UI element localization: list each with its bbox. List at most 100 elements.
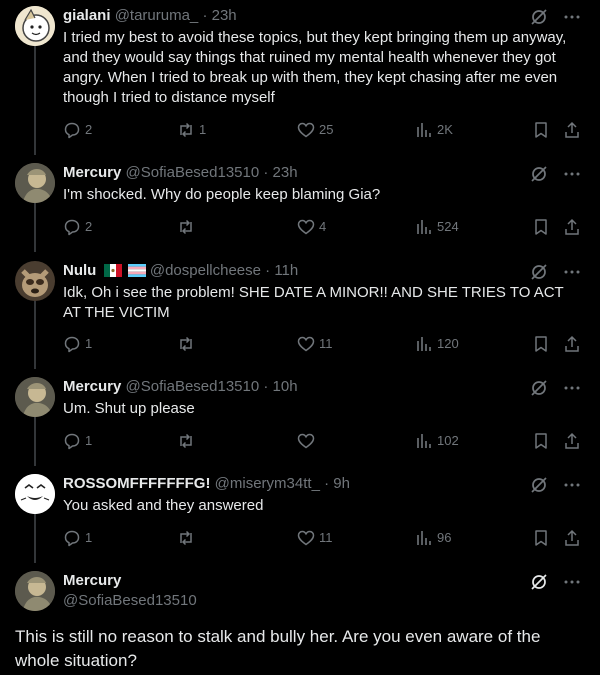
user-handle[interactable]: @SofiaBesed13510	[126, 378, 260, 395]
grok-icon[interactable]	[530, 165, 548, 183]
repost-icon	[180, 336, 192, 352]
bookmark-icon	[535, 336, 547, 352]
repost-button[interactable]	[177, 217, 199, 237]
post-gialani[interactable]: gialani @taruruma_ · 23h I tried my best…	[0, 0, 600, 155]
share-icon	[565, 335, 579, 352]
like-button[interactable]: 25	[297, 120, 333, 140]
views-button[interactable]: 96	[415, 528, 451, 548]
more-options-icon[interactable]	[564, 165, 580, 183]
bookmark-button[interactable]	[532, 334, 550, 354]
post-time[interactable]: 23h	[273, 164, 298, 181]
bookmark-button[interactable]	[532, 431, 550, 451]
avatar[interactable]	[15, 571, 55, 611]
like-button[interactable]: 11	[297, 528, 333, 548]
display-name[interactable]: Mercury	[63, 571, 197, 591]
reply-count: 2	[85, 122, 93, 137]
reply-button[interactable]: 1	[63, 334, 92, 354]
views-icon	[417, 123, 431, 137]
share-button[interactable]	[563, 431, 581, 451]
user-handle[interactable]: @taruruma_	[115, 7, 199, 24]
bookmark-icon	[535, 433, 547, 449]
reply-icon	[64, 219, 80, 236]
like-count: 11	[319, 336, 333, 351]
more-options-icon[interactable]	[564, 476, 580, 494]
grok-icon[interactable]	[530, 476, 548, 494]
grok-icon[interactable]	[530, 263, 548, 281]
post-time[interactable]: 11h	[274, 262, 298, 279]
post-mercury[interactable]: Mercury @SofiaBesed13510 · 23h I'm shock…	[0, 155, 600, 252]
repost-button[interactable]: 1	[177, 120, 206, 140]
more-options-icon[interactable]	[564, 8, 580, 26]
bookmark-button[interactable]	[532, 120, 550, 140]
post-time[interactable]: 9h	[333, 475, 350, 492]
user-handle[interactable]: @SofiaBesed13510	[126, 164, 260, 181]
reply-icon	[64, 530, 80, 547]
post-time[interactable]: 23h	[212, 7, 237, 24]
bookmark-icon	[535, 219, 547, 235]
share-button[interactable]	[563, 217, 581, 237]
reply-button[interactable]: 2	[63, 120, 92, 140]
reply-button[interactable]: 2	[63, 217, 92, 237]
post-mercury-2[interactable]: Mercury @SofiaBesed13510 · 10h Um. Shut …	[0, 369, 600, 466]
avatar[interactable]	[15, 474, 55, 514]
avatar[interactable]	[15, 6, 55, 46]
repost-button[interactable]	[177, 528, 199, 548]
views-button[interactable]: 120	[415, 334, 459, 354]
display-name[interactable]: Mercury	[63, 378, 121, 395]
like-button[interactable]	[297, 431, 319, 451]
display-name[interactable]: Mercury	[63, 164, 121, 181]
views-button[interactable]: 102	[415, 431, 459, 451]
grok-icon[interactable]	[530, 573, 548, 591]
reply-count: 1	[85, 530, 93, 545]
heart-icon	[297, 433, 315, 449]
bookmark-icon	[535, 530, 547, 546]
bookmark-button[interactable]	[532, 217, 550, 237]
reply-icon	[64, 433, 80, 450]
like-button[interactable]: 4	[297, 217, 326, 237]
repost-icon	[180, 122, 192, 138]
post-nulu[interactable]: Nulu @dospellcheese · 11h Idk, Oh i see …	[0, 252, 600, 369]
views-icon	[417, 434, 431, 448]
avatar[interactable]	[15, 377, 55, 417]
share-button[interactable]	[563, 528, 581, 548]
grok-icon[interactable]	[530, 379, 548, 397]
more-options-icon[interactable]	[564, 379, 580, 397]
avatar[interactable]	[15, 261, 55, 301]
bookmark-button[interactable]	[532, 528, 550, 548]
views-button[interactable]: 2K	[415, 120, 453, 140]
reply-button[interactable]: 1	[63, 528, 92, 548]
reply-button[interactable]: 1	[63, 431, 92, 451]
grok-icon[interactable]	[530, 8, 548, 26]
mexico-flag-icon	[103, 264, 122, 277]
more-options-icon[interactable]	[564, 573, 580, 591]
avatar[interactable]	[15, 163, 55, 203]
heart-icon	[297, 530, 315, 546]
repost-button[interactable]	[177, 431, 199, 451]
share-icon	[565, 218, 579, 235]
views-count: 524	[437, 219, 459, 234]
thread-line	[34, 46, 36, 155]
post-text: Idk, Oh i see the problem! SHE DATE A MI…	[63, 284, 564, 321]
share-button[interactable]	[563, 120, 581, 140]
user-handle[interactable]: @miserym34tt_	[215, 475, 320, 492]
post-rossomffffffffg[interactable]: ROSSOMFFFFFFFG! @miserym34tt_ · 9h You a…	[0, 466, 600, 563]
reply-count: 2	[85, 219, 93, 234]
heart-icon	[297, 122, 315, 138]
post-text: You asked and they answered	[63, 497, 264, 514]
display-name[interactable]: gialani	[63, 7, 111, 24]
post-text: I'm shocked. Why do people keep blaming …	[63, 186, 381, 203]
main-post[interactable]: Mercury @SofiaBesed13510 This is still n…	[0, 563, 600, 675]
repost-icon	[180, 433, 192, 449]
post-time[interactable]: 10h	[273, 378, 298, 395]
user-handle[interactable]: @SofiaBesed13510	[63, 591, 197, 611]
repost-button[interactable]	[177, 334, 199, 354]
display-name[interactable]: ROSSOMFFFFFFFG!	[63, 475, 210, 492]
views-button[interactable]: 524	[415, 217, 459, 237]
like-button[interactable]: 11	[297, 334, 333, 354]
reply-count: 1	[85, 433, 93, 448]
share-icon	[565, 529, 579, 546]
share-button[interactable]	[563, 334, 581, 354]
more-options-icon[interactable]	[564, 263, 580, 281]
display-name[interactable]: Nulu	[63, 262, 96, 279]
user-handle[interactable]: @dospellcheese	[150, 262, 261, 279]
